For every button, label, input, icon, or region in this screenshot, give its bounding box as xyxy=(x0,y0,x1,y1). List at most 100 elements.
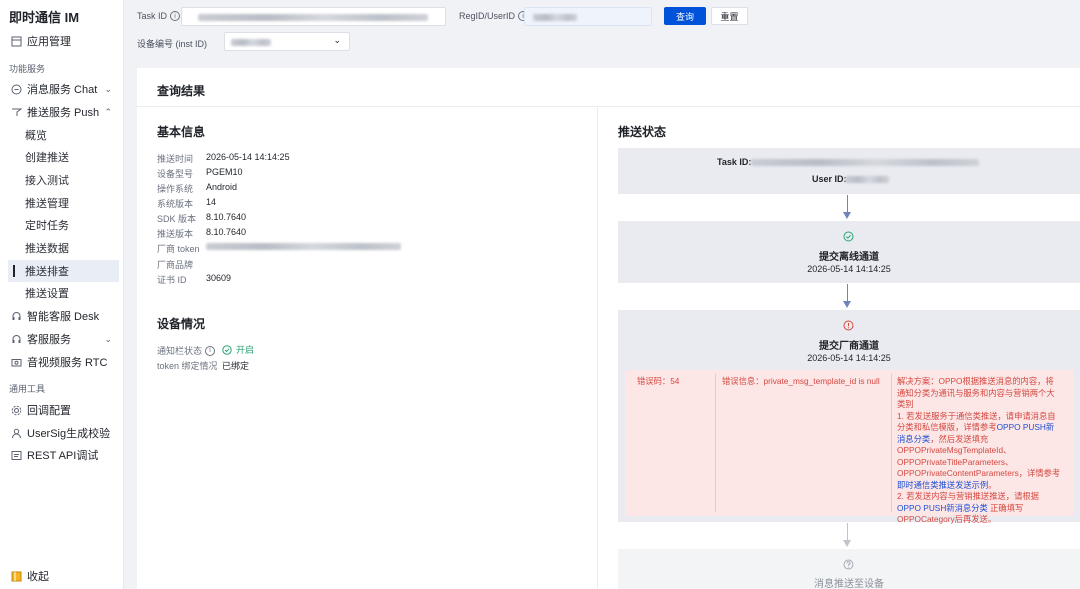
check-circle-icon xyxy=(843,231,854,242)
sidebar-item-label: 推送服务 Push xyxy=(27,107,100,119)
task-id-input[interactable] xyxy=(181,7,446,26)
result-panel: 查询结果 基本信息 推送时间 2026-05-14 14:14:25 设备型号 … xyxy=(137,68,1080,589)
sidebar-item-app-manage[interactable]: 应用管理 xyxy=(0,30,124,52)
kv-key: 设备型号 xyxy=(157,169,194,179)
kv-key: 推送时间 xyxy=(157,154,194,164)
divider xyxy=(891,374,892,512)
sidebar-subitem-access-test[interactable]: 接入测试 xyxy=(0,169,119,191)
chevron-up-icon: ⌃ xyxy=(104,106,112,117)
chat-icon xyxy=(8,84,24,95)
device-id-select[interactable]: ⌄ xyxy=(224,32,350,51)
sidebar-item-push[interactable]: 推送服务 Push ⌃ xyxy=(0,101,124,123)
kv-key: 厂商 token xyxy=(157,244,200,254)
step-title: 消息推送至设备 xyxy=(814,579,884,589)
sidebar-item-label: 回调配置 xyxy=(27,405,71,417)
sidebar-subitem-push-troubleshoot[interactable]: 推送排查 xyxy=(8,260,119,282)
oppo-category-link[interactable]: OPPO PUSH新消息分类 xyxy=(897,503,988,513)
error-circle-icon xyxy=(843,320,854,331)
sidebar-item-label: 应用管理 xyxy=(27,36,71,48)
token-label: token 绑定情况 xyxy=(157,361,218,371)
sidebar-item-desk[interactable]: 智能客服 Desk xyxy=(0,305,124,327)
sidebar-item-label: 音视频服务 RTC xyxy=(27,357,108,369)
redacted-value xyxy=(231,39,271,46)
sidebar-subitem-push-manage[interactable]: 推送管理 xyxy=(0,192,119,214)
sidebar-item-rest-api[interactable]: REST API调试 xyxy=(0,444,124,466)
user-id-label: User ID: xyxy=(812,174,847,184)
device-status-title: 设备情况 xyxy=(157,317,206,331)
info-icon[interactable]: i xyxy=(170,11,181,21)
step-title: 提交离线通道 xyxy=(819,252,879,263)
sidebar-subitem-create-push[interactable]: 创建推送 xyxy=(0,146,119,168)
task-id-label: Task ID i xyxy=(137,11,181,21)
redacted-value xyxy=(198,14,428,21)
sidebar-item-label: REST API调试 xyxy=(27,450,99,462)
kv-value: Android xyxy=(206,182,238,192)
redacted-user-id xyxy=(845,176,889,183)
brand-title: 即时通信 IM xyxy=(9,10,80,25)
chevron-down-icon: ⌄ xyxy=(104,333,112,344)
kv-key: 系统版本 xyxy=(157,199,194,209)
push-status-title: 推送状态 xyxy=(618,125,667,139)
step-offline-box: 提交离线通道 2026-05-14 14:14:25 xyxy=(618,221,1080,283)
kv-value: 8.10.7640 xyxy=(206,212,247,222)
redacted-task-id xyxy=(751,159,979,166)
task-id-label: Task ID: xyxy=(717,157,752,167)
sidebar-item-label: UserSig生成校验 xyxy=(27,428,111,440)
notify-label: 通知栏状态 i xyxy=(157,344,216,357)
sidebar-item-usersig[interactable]: UserSig生成校验 xyxy=(0,422,124,444)
kv-key: 推送版本 xyxy=(157,229,194,239)
error-code: 错误码：54 xyxy=(637,376,680,386)
sidebar-item-chat[interactable]: 消息服务 Chat ⌄ xyxy=(0,78,124,100)
sidebar-item-label: 客服服务 xyxy=(27,334,71,346)
sidebar-subitem-scheduled-task[interactable]: 定时任务 xyxy=(0,214,119,236)
sidebar-collapse-button[interactable]: 收起 xyxy=(0,565,124,587)
kv-key: 操作系统 xyxy=(157,184,194,194)
sidebar-subitem-overview[interactable]: 概览 xyxy=(0,124,119,146)
app-icon xyxy=(8,36,24,47)
gear-icon xyxy=(8,405,24,416)
divider xyxy=(715,374,716,512)
divider xyxy=(597,107,598,589)
user-key-icon xyxy=(8,428,24,439)
headset-icon xyxy=(8,311,24,322)
service-icon xyxy=(8,334,24,345)
sidebar-subitem-push-data[interactable]: 推送数据 xyxy=(0,237,119,259)
sidebar-item-label: 智能客服 Desk xyxy=(27,311,100,323)
kv-value: 2026-05-14 14:14:25 xyxy=(206,152,290,162)
kv-value: 30609 xyxy=(206,273,232,283)
info-icon[interactable]: i xyxy=(205,345,216,356)
kv-value: PGEM10 xyxy=(206,167,243,177)
sidebar: 即时通信 IM 应用管理 功能服务 消息服务 Chat ⌄ 推送服务 Push … xyxy=(0,0,124,589)
collapse-icon xyxy=(8,571,24,582)
sidebar-item-callback[interactable]: 回调配置 xyxy=(0,399,124,421)
sidebar-item-rtc[interactable]: 音视频服务 RTC xyxy=(0,351,124,373)
kv-value: 14 xyxy=(206,197,217,207)
flow-arrow xyxy=(847,523,848,540)
sidebar-subitem-push-settings[interactable]: 推送设置 xyxy=(0,282,119,304)
regid-input[interactable] xyxy=(524,7,652,26)
sidebar-item-label: 收起 xyxy=(27,571,49,583)
im-push-example-link[interactable]: 即时通信类推送发送示例 xyxy=(897,480,988,490)
step-time: 2026-05-14 14:14:25 xyxy=(807,353,891,363)
flow-arrow-head xyxy=(843,301,851,308)
push-icon xyxy=(8,107,24,118)
kv-key: 证书 ID xyxy=(157,275,187,285)
flow-arrow-head xyxy=(843,212,851,219)
basic-info-title: 基本信息 xyxy=(157,125,206,139)
kv-key: SDK 版本 xyxy=(157,214,197,224)
chevron-down-icon: ⌄ xyxy=(333,35,341,45)
sidebar-item-kefu[interactable]: 客服服务 ⌄ xyxy=(0,328,124,350)
kv-key: 厂商品牌 xyxy=(157,260,194,270)
check-circle-icon xyxy=(222,344,232,355)
device-id-label: 设备编号 (inst ID) xyxy=(137,39,208,49)
sidebar-group-tools: 通用工具 xyxy=(9,384,46,394)
regid-label: RegID/UserID i xyxy=(459,11,529,21)
reset-button[interactable]: 重置 xyxy=(711,7,748,25)
video-icon xyxy=(8,357,24,368)
step-time: 2026-05-14 14:14:25 xyxy=(807,264,891,274)
error-info: 错误信息：private_msg_template_id is null xyxy=(722,376,880,386)
error-solution: 解决方案：OPPO根据推送消息的内容，将通知分类为通讯与服务和内容与营销两个大类… xyxy=(897,376,1061,524)
query-button[interactable]: 查询 xyxy=(664,7,706,25)
result-title: 查询结果 xyxy=(157,84,206,98)
error-detail-box: 错误码：54 错误信息：private_msg_template_id is n… xyxy=(625,370,1074,524)
